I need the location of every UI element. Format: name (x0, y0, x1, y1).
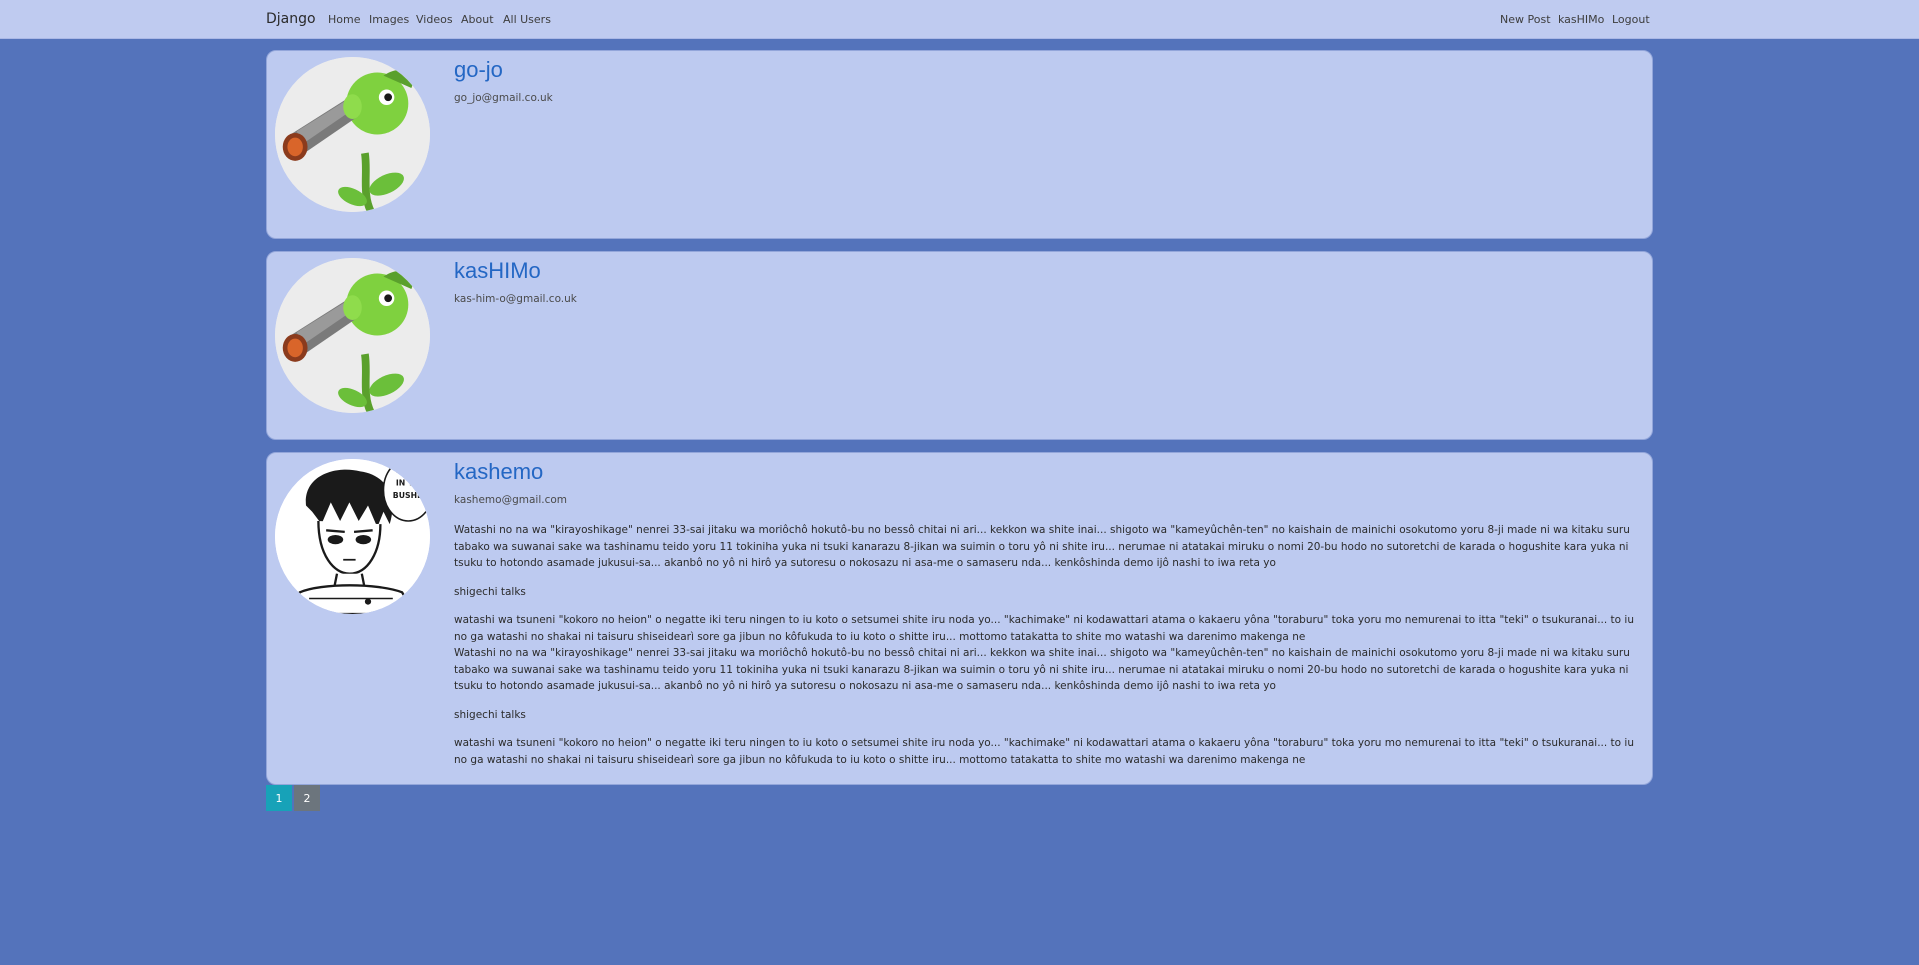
navbar: Django Home Images Videos About All User… (0, 0, 1919, 39)
nav-new-post-link[interactable]: New Post (1500, 13, 1551, 26)
username-link[interactable]: go-jo (454, 57, 503, 83)
brand-link[interactable]: Django (266, 11, 316, 27)
username-link[interactable]: kasHIMo (454, 258, 541, 284)
peashooter-avatar-icon (275, 258, 430, 413)
bio-paragraph: shigechi talks (454, 708, 526, 721)
nav-all-users-link[interactable]: All Users (503, 13, 551, 26)
page-2-button[interactable]: 2 (294, 785, 320, 811)
nav-home-link[interactable]: Home (328, 13, 360, 26)
user-bio: Watashi no na wa "kirayoshikage" nenrei … (454, 522, 1649, 768)
bio-paragraph: Watashi no na wa "kirayoshikage" nenrei … (454, 647, 1630, 692)
peashooter-avatar-icon (275, 57, 430, 212)
bio-paragraph: Watashi no na wa "kirayoshikage" nenrei … (454, 524, 1630, 569)
nav-logout-link[interactable]: Logout (1612, 13, 1650, 26)
page-1-button[interactable]: 1 (266, 785, 292, 811)
bio-paragraph: watashi wa tsuneni "kokoro no heion" o n… (454, 614, 1634, 643)
svg-text:I'D WA: I'D WA (396, 466, 425, 475)
user-email: go_jo@gmail.co.uk (454, 92, 553, 104)
user-card: kasHIMo kas-him-o@gmail.co.uk (266, 251, 1653, 440)
nav-about-link[interactable]: About (461, 13, 494, 26)
bio-paragraph: shigechi talks (454, 585, 526, 598)
user-card: I'D WA IN THE BUSHES kashemo kashemo@gma… (266, 452, 1653, 785)
user-email: kas-him-o@gmail.co.uk (454, 293, 577, 305)
nav-profile-link[interactable]: kasHIMo (1558, 13, 1604, 26)
bio-paragraph: watashi wa tsuneni "kokoro no heion" o n… (454, 737, 1634, 766)
user-email: kashemo@gmail.com (454, 494, 567, 506)
svg-text:BUSHES: BUSHES (393, 491, 429, 500)
username-link[interactable]: kashemo (454, 459, 543, 485)
user-card: go-jo go_jo@gmail.co.uk (266, 50, 1653, 239)
nav-videos-link[interactable]: Videos (416, 13, 453, 26)
manga-character-avatar-icon: I'D WA IN THE BUSHES (275, 459, 430, 614)
nav-images-link[interactable]: Images (369, 13, 409, 26)
svg-text:IN THE: IN THE (396, 478, 425, 487)
